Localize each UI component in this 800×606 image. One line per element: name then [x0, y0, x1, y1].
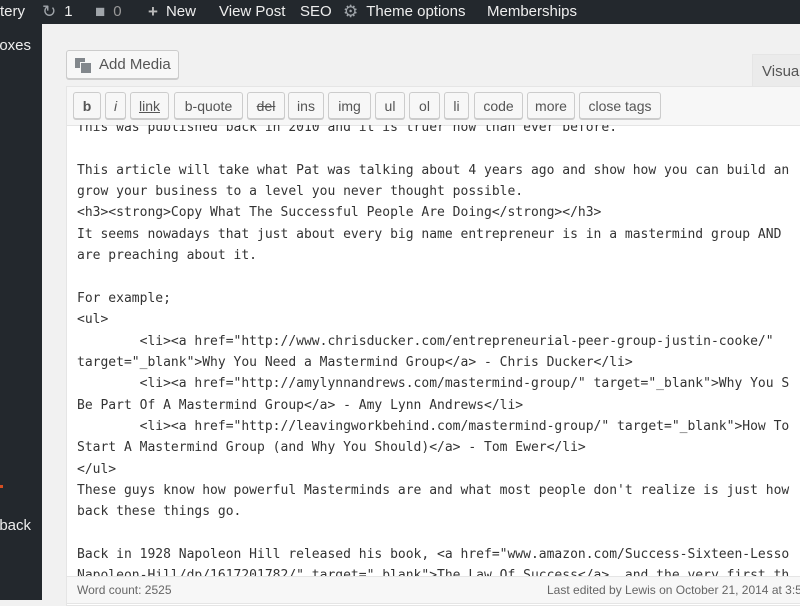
- site-name-link[interactable]: tery: [0, 0, 25, 24]
- new-content-link[interactable]: + New: [148, 0, 196, 24]
- content-line: Be Part Of A Mastermind Group</a> - Amy …: [77, 397, 524, 413]
- view-post-link[interactable]: View Post: [219, 0, 285, 24]
- content-line: Start A Mastermind Group (and Why You Sh…: [77, 440, 586, 456]
- del-button[interactable]: del: [247, 92, 285, 119]
- sidebar-item-feedback[interactable]: back: [0, 517, 31, 534]
- code-button[interactable]: code: [474, 92, 523, 119]
- theme-options-label: Theme options: [366, 3, 466, 20]
- post-editor-area: Add Media Visual b i link b-quote del in…: [42, 24, 800, 606]
- theme-options-link[interactable]: ⚙ Theme options: [343, 0, 465, 24]
- admin-bar: tery ↻ 1 ■ 0 + New View Post SEO ⚙ Theme…: [0, 0, 800, 24]
- add-media-label: Add Media: [99, 56, 171, 73]
- memberships-link[interactable]: Memberships: [487, 0, 577, 24]
- comment-icon: ■: [95, 2, 106, 21]
- gear-icon: ⚙: [343, 2, 359, 21]
- content-line: back these things go.: [77, 504, 242, 520]
- refresh-icon: ↻: [42, 2, 57, 21]
- bold-button[interactable]: b: [73, 92, 101, 119]
- admin-sidebar: oxes back: [0, 24, 42, 600]
- li-button[interactable]: li: [444, 92, 469, 119]
- updates-link[interactable]: ↻ 1: [42, 0, 73, 24]
- plus-icon: +: [148, 2, 158, 21]
- content-line: This article will take what Pat was talk…: [77, 162, 790, 178]
- more-button[interactable]: more: [527, 92, 575, 119]
- content-line: <h3><strong>Copy What The Successful Peo…: [77, 205, 602, 221]
- blockquote-button[interactable]: b-quote: [174, 92, 243, 119]
- content-line: It seems nowadays that just about every …: [77, 226, 782, 242]
- comments-link[interactable]: ■ 0: [95, 0, 122, 24]
- new-label: New: [165, 3, 196, 20]
- content-line: Back in 1928 Napoleon Hill released his …: [77, 547, 790, 562]
- last-edited: Last edited by Lewis on October 21, 2014…: [547, 583, 800, 597]
- sidebar-item-boxes[interactable]: oxes: [0, 37, 31, 54]
- word-count: Word count: 2525: [77, 583, 172, 597]
- comments-count: 0: [113, 3, 122, 20]
- content-line: These guys know how powerful Masterminds…: [77, 482, 790, 498]
- content-line: grow your business to a level you never …: [77, 184, 524, 200]
- content-line: For example;: [77, 290, 171, 306]
- add-media-button[interactable]: Add Media: [66, 50, 179, 79]
- quicktags-toolbar: b i link b-quote del ins img ul ol li co…: [67, 87, 800, 126]
- close-tags-button[interactable]: close tags: [579, 92, 661, 119]
- content-line: <li><a href="http://www.chrisducker.com/…: [77, 333, 774, 349]
- media-icon: [75, 57, 92, 74]
- content-line: </ul>: [77, 461, 117, 477]
- content-line: <li><a href="http://leavingworkbehind.co…: [77, 418, 790, 434]
- ins-button[interactable]: ins: [288, 92, 324, 119]
- italic-button[interactable]: i: [105, 92, 126, 119]
- content-line: <ul>: [77, 312, 109, 328]
- content-line: <li><a href="http://amylynnandrews.com/m…: [77, 376, 790, 392]
- text-editor[interactable]: b i link b-quote del ins img ul ol li co…: [66, 86, 800, 606]
- content-line: are preaching about it.: [77, 248, 258, 264]
- sidebar-marker: [0, 485, 3, 488]
- tab-visual[interactable]: Visual: [752, 54, 800, 86]
- ol-button[interactable]: ol: [409, 92, 440, 119]
- content-line: target="_blank">Why You Need a Mastermin…: [77, 354, 633, 370]
- post-content-textarea[interactable]: This was published back in 2010 and it i…: [77, 125, 800, 595]
- seo-link[interactable]: SEO: [300, 0, 332, 24]
- content-line: This was published back in 2010 and it i…: [77, 125, 618, 135]
- updates-count: 1: [64, 3, 73, 20]
- ul-button[interactable]: ul: [375, 92, 405, 119]
- img-button[interactable]: img: [328, 92, 371, 119]
- link-button[interactable]: link: [130, 92, 169, 119]
